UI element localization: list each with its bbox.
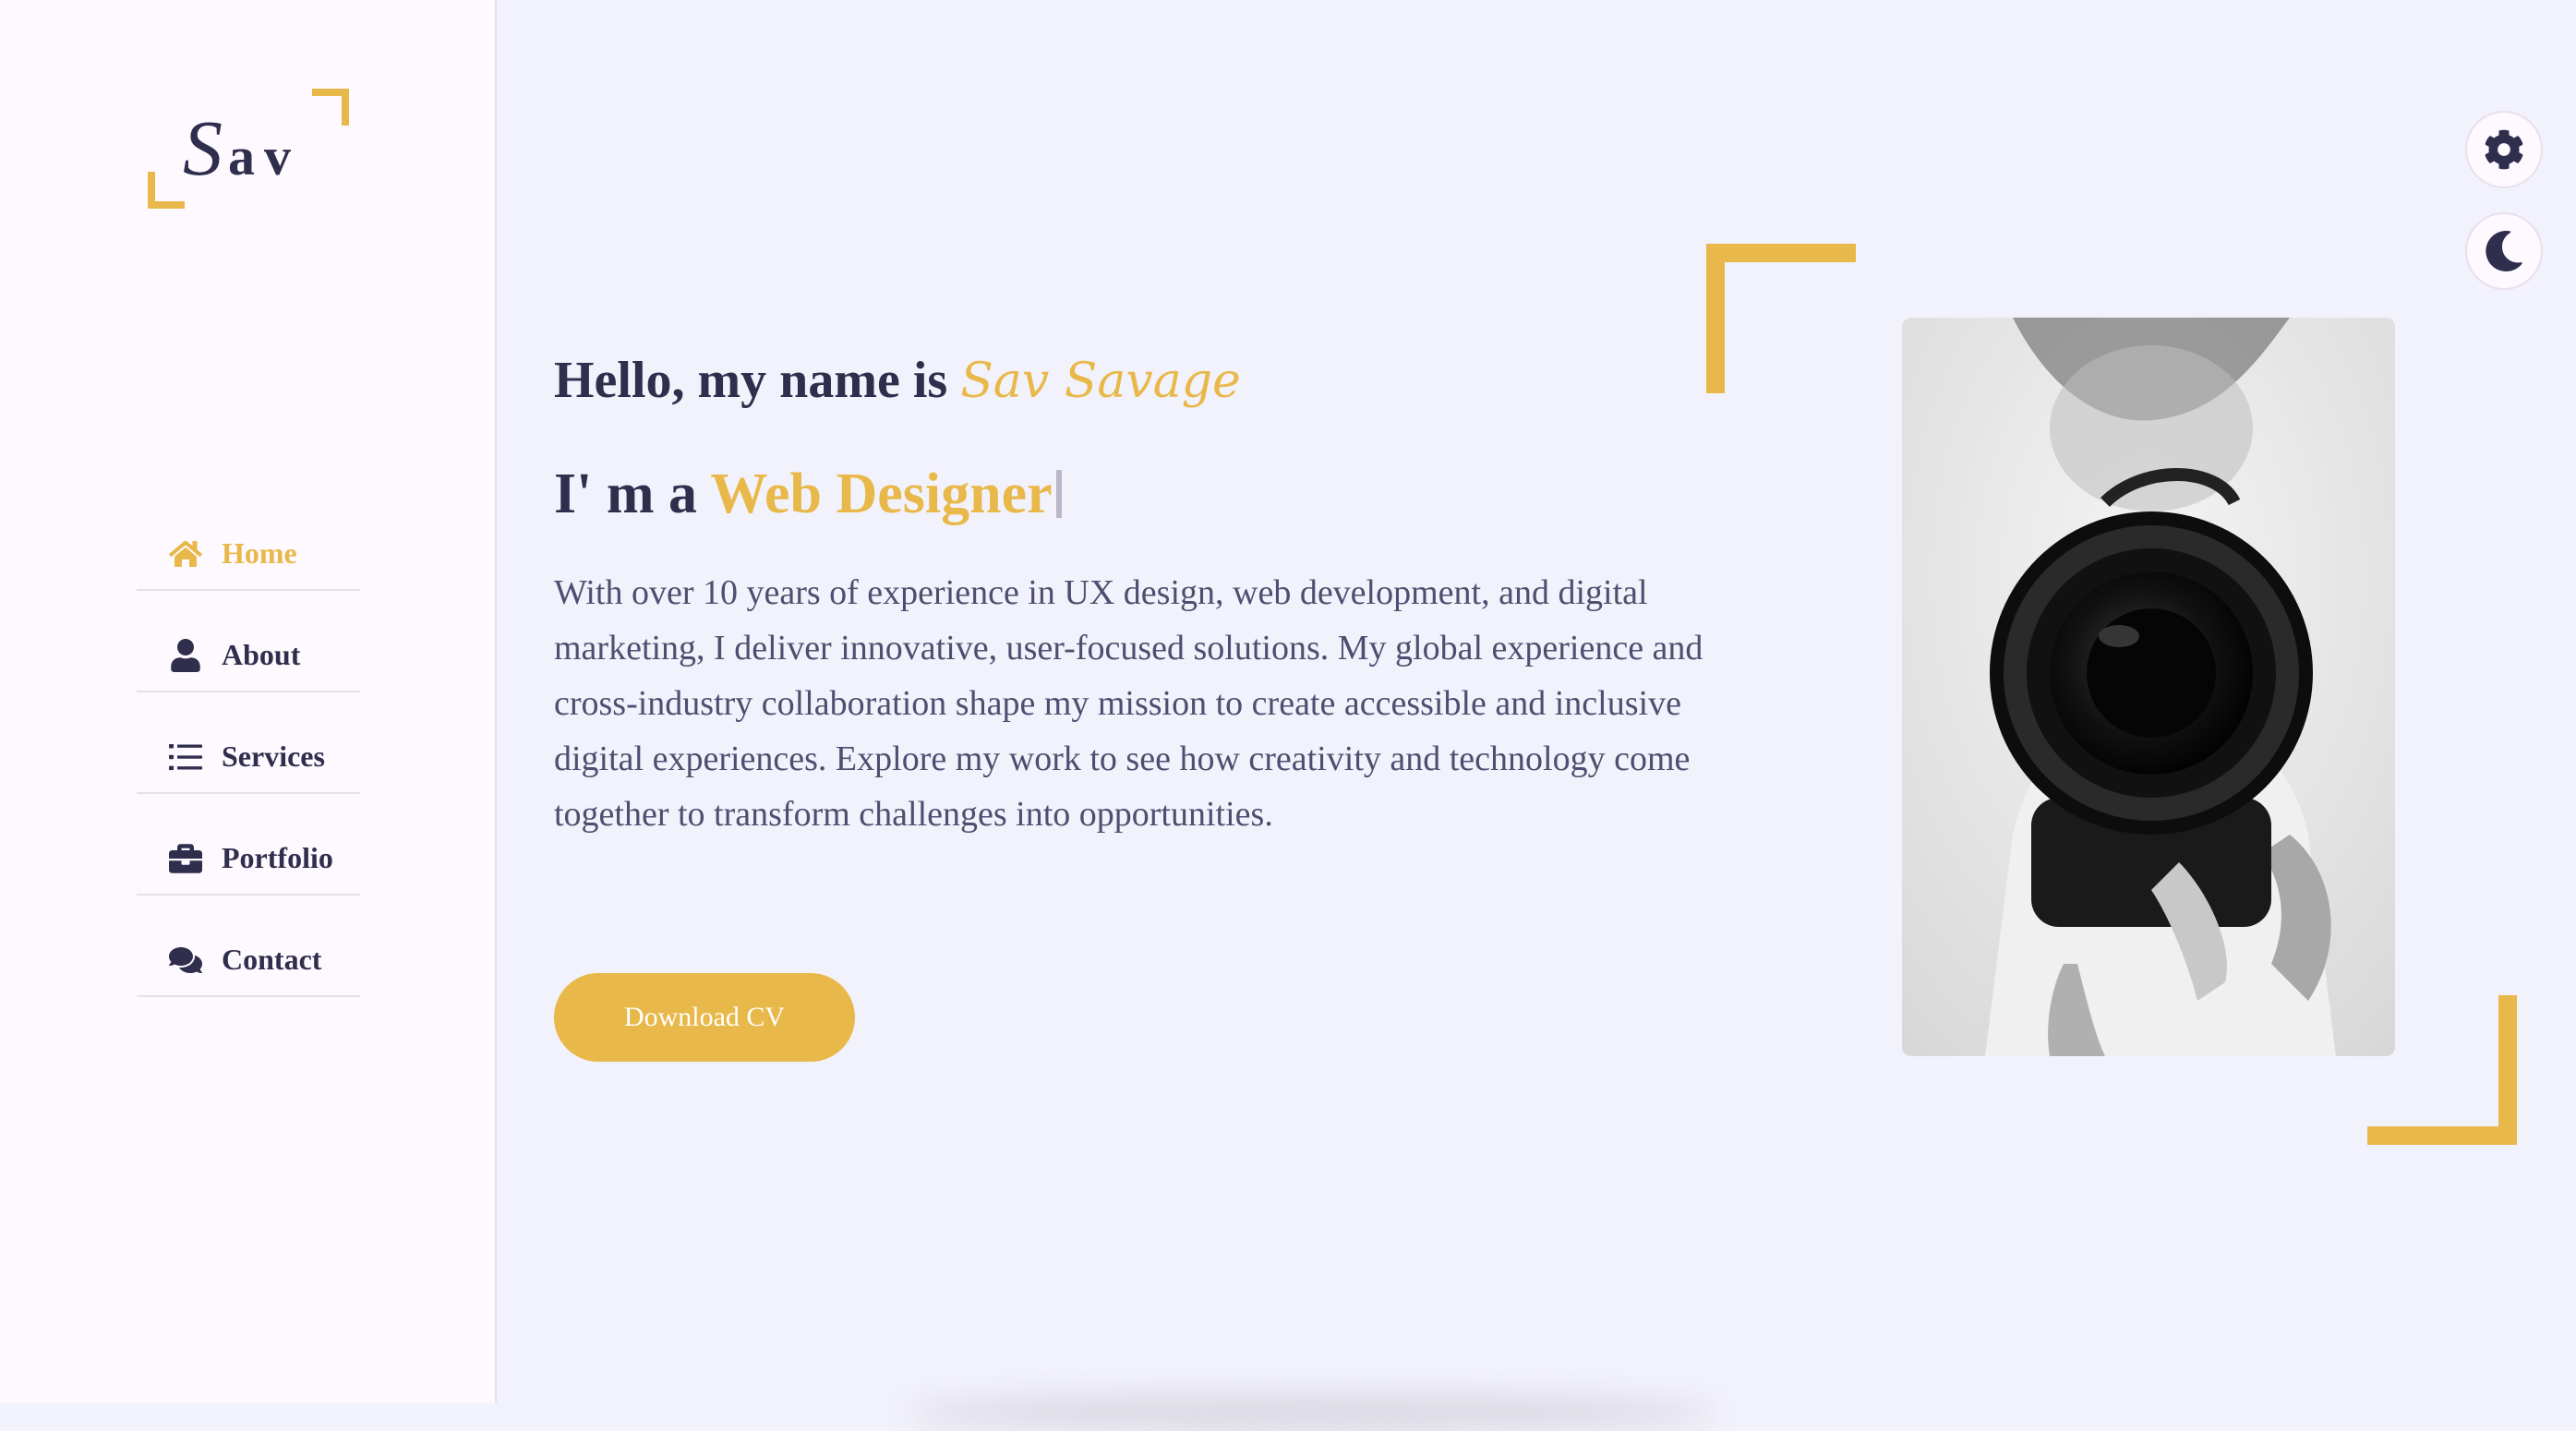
bottom-shadow bbox=[905, 1394, 1717, 1431]
nav-label-contact: Contact bbox=[222, 943, 322, 976]
main-nav: Home About Services Portfolio Contact bbox=[137, 489, 360, 997]
nav-label-portfolio: Portfolio bbox=[222, 841, 333, 874]
home-icon bbox=[163, 537, 209, 571]
bio-paragraph: With over 10 years of experience in UX d… bbox=[554, 573, 1703, 834]
moon-icon bbox=[2486, 231, 2522, 271]
nav-item-services[interactable]: Services bbox=[137, 692, 360, 794]
role-heading: I' m a Web Designer bbox=[554, 462, 1062, 527]
photo-frame-top-left bbox=[1706, 244, 1856, 393]
hero-section: Hello, my name is Sav Savage I' m a Web … bbox=[499, 0, 2576, 1431]
nav-item-home[interactable]: Home bbox=[137, 489, 360, 591]
logo[interactable]: Sav bbox=[148, 89, 349, 209]
download-cv-button[interactable]: Download CV bbox=[554, 973, 855, 1062]
nav-item-portfolio[interactable]: Portfolio bbox=[137, 794, 360, 896]
logo-rest: av bbox=[228, 126, 300, 186]
theme-toggle-button[interactable] bbox=[2465, 212, 2543, 290]
logo-corner-top-right bbox=[312, 89, 349, 126]
profile-photo bbox=[1902, 318, 2395, 1056]
greeting-prefix: Hello, my name is bbox=[554, 352, 948, 409]
typing-cursor bbox=[1055, 470, 1062, 518]
nav-label-about: About bbox=[222, 638, 301, 671]
gear-icon bbox=[2485, 129, 2523, 170]
nav-label-services: Services bbox=[222, 740, 325, 773]
role-typed-text: Web Designer bbox=[710, 463, 1053, 525]
role-prefix: I' m a bbox=[554, 463, 697, 525]
comments-icon bbox=[163, 944, 209, 977]
logo-first-letter: S bbox=[183, 103, 228, 192]
settings-button[interactable] bbox=[2465, 111, 2543, 188]
nav-label-home: Home bbox=[222, 536, 297, 570]
logo-text: Sav bbox=[183, 102, 300, 194]
hero-name: Sav Savage bbox=[960, 354, 1241, 409]
user-icon bbox=[163, 639, 209, 672]
briefcase-icon bbox=[163, 842, 209, 875]
nav-item-about[interactable]: About bbox=[137, 591, 360, 692]
greeting: Hello, my name is Sav Savage bbox=[554, 351, 1241, 410]
sidebar: Sav Home About Services Portfolio Contac… bbox=[0, 0, 497, 1403]
logo-corner-bottom-left bbox=[148, 172, 185, 209]
nav-item-contact[interactable]: Contact bbox=[137, 896, 360, 997]
list-icon bbox=[163, 740, 209, 774]
